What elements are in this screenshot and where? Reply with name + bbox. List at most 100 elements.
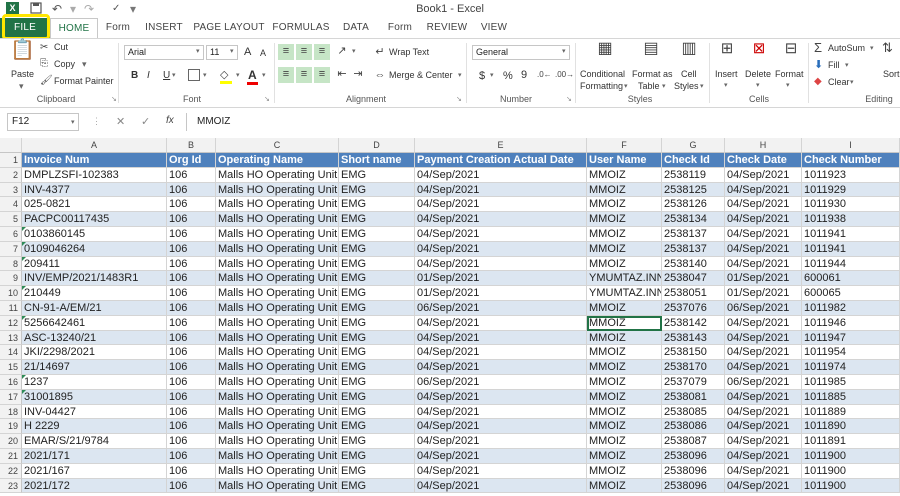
table-cell[interactable]: Malls HO Operating Unit xyxy=(216,478,339,494)
insert-dropdown-icon[interactable]: ▾ xyxy=(724,81,728,89)
table-cell[interactable]: 04/Sep/2021 xyxy=(415,449,587,464)
table-cell[interactable]: 025-0821 xyxy=(22,197,167,213)
table-cell[interactable]: 04/Sep/2021 xyxy=(725,330,802,346)
table-cell[interactable]: Malls HO Operating Unit xyxy=(216,404,339,420)
table-cell[interactable]: 04/Sep/2021 xyxy=(415,256,587,272)
worksheet-grid[interactable]: A B C D E F G H I 1 Invoice Num Org Id Operating Nam… xyxy=(0,138,900,496)
table-cell[interactable]: 06/Sep/2021 xyxy=(415,375,587,390)
table-cell[interactable]: 106 xyxy=(167,360,216,375)
table-cell[interactable]: 04/Sep/2021 xyxy=(725,478,802,494)
orientation-icon[interactable]: ↗ xyxy=(334,44,350,60)
cut-button[interactable]: Cut xyxy=(54,42,68,52)
row-header[interactable]: 14 xyxy=(0,345,22,361)
row-header[interactable]: 20 xyxy=(0,434,22,449)
column-header-f[interactable]: F xyxy=(587,138,662,153)
table-cell[interactable]: EMG xyxy=(339,478,415,494)
percent-button[interactable]: % xyxy=(503,70,513,82)
tab-page-layout[interactable]: PAGE LAYOUT xyxy=(192,18,266,38)
row-header[interactable]: 2 xyxy=(0,167,22,183)
column-header-d[interactable]: D xyxy=(339,138,415,153)
row-header[interactable]: 3 xyxy=(0,182,22,198)
table-cell[interactable]: 04/Sep/2021 xyxy=(725,419,802,435)
table-cell[interactable]: YMUMTAZ.INN xyxy=(587,271,662,287)
header-cell[interactable]: Check Date xyxy=(725,153,802,168)
conditional-formatting-button[interactable]: Conditional xyxy=(580,69,625,79)
table-cell[interactable]: 2538051 xyxy=(662,286,725,301)
table-cell[interactable]: 1011889 xyxy=(802,404,900,420)
table-cell[interactable]: 106 xyxy=(167,419,216,435)
name-box-dropdown-icon[interactable]: ▾ xyxy=(71,118,75,126)
table-cell[interactable]: EMG xyxy=(339,167,415,183)
underline-button[interactable]: U xyxy=(163,70,170,81)
table-cell[interactable]: 1237 xyxy=(22,375,167,390)
table-cell[interactable]: 1011941 xyxy=(802,241,900,257)
table-cell[interactable]: EMAR/S/21/9784 xyxy=(22,434,167,449)
column-header-a[interactable]: A xyxy=(22,138,167,153)
table-cell[interactable]: 2538134 xyxy=(662,212,725,227)
font-name-dropdown-icon[interactable]: ▾ xyxy=(196,47,200,55)
table-cell[interactable]: Malls HO Operating Unit xyxy=(216,197,339,213)
borders-icon[interactable] xyxy=(188,69,200,81)
table-cell[interactable]: 1011985 xyxy=(802,375,900,390)
alignment-launcher-icon[interactable]: ↘ xyxy=(456,95,462,103)
table-cell[interactable]: MMOIZ xyxy=(587,478,662,494)
table-cell[interactable]: MMOIZ xyxy=(587,404,662,420)
table-cell[interactable]: Malls HO Operating Unit xyxy=(216,271,339,287)
table-cell[interactable]: INV-4377 xyxy=(22,182,167,198)
clear-button[interactable]: Clear xyxy=(828,77,850,87)
table-cell[interactable]: 106 xyxy=(167,434,216,449)
row-header[interactable]: 19 xyxy=(0,419,22,435)
table-cell[interactable]: MMOIZ xyxy=(587,360,662,375)
table-cell[interactable]: EMG xyxy=(339,419,415,435)
select-all-corner[interactable] xyxy=(0,138,22,153)
merge-dropdown-icon[interactable]: ▾ xyxy=(458,71,462,79)
cell-styles-dropdown-icon[interactable]: ▾ xyxy=(700,82,704,90)
table-cell[interactable]: 1011944 xyxy=(802,256,900,272)
name-box[interactable]: F12 xyxy=(7,113,79,131)
table-cell[interactable]: 209411 xyxy=(22,256,167,272)
header-cell[interactable]: Invoice Num xyxy=(22,153,167,168)
table-cell[interactable]: 106 xyxy=(167,197,216,213)
table-cell[interactable]: 1011982 xyxy=(802,301,900,316)
table-cell[interactable]: 2538142 xyxy=(662,315,725,331)
header-cell[interactable]: Operating Name xyxy=(216,153,339,168)
table-cell[interactable]: 106 xyxy=(167,241,216,257)
table-cell[interactable]: Malls HO Operating Unit xyxy=(216,301,339,316)
table-cell[interactable]: MMOIZ xyxy=(587,241,662,257)
table-cell[interactable]: 106 xyxy=(167,212,216,227)
table-cell[interactable]: 106 xyxy=(167,463,216,479)
autosum-dropdown-icon[interactable]: ▾ xyxy=(870,44,874,52)
column-header-g[interactable]: G xyxy=(662,138,725,153)
table-cell[interactable]: DMPLZSFI-102383 xyxy=(22,167,167,183)
cell-styles-button[interactable]: Cell xyxy=(681,69,697,79)
clipboard-launcher-icon[interactable]: ↘ xyxy=(111,95,117,103)
table-cell[interactable]: PACPC00117435 xyxy=(22,212,167,227)
table-cell[interactable]: YMUMTAZ.INN xyxy=(587,286,662,301)
align-right-icon[interactable]: ≡ xyxy=(314,67,330,83)
row-header[interactable]: 10 xyxy=(0,286,22,301)
table-cell[interactable]: EMG xyxy=(339,227,415,242)
format-button[interactable]: Format xyxy=(775,69,804,79)
borders-dropdown-icon[interactable]: ▾ xyxy=(203,71,207,79)
table-cell[interactable]: 106 xyxy=(167,301,216,316)
table-cell[interactable]: 2538081 xyxy=(662,389,725,405)
increase-decimal-icon[interactable]: .0← xyxy=(537,68,552,82)
header-cell[interactable]: User Name xyxy=(587,153,662,168)
table-cell[interactable]: 1011941 xyxy=(802,227,900,242)
table-cell[interactable]: MMOIZ xyxy=(587,389,662,405)
table-cell[interactable]: EMG xyxy=(339,212,415,227)
table-cell[interactable]: 1011938 xyxy=(802,212,900,227)
table-cell[interactable]: 106 xyxy=(167,227,216,242)
table-cell[interactable]: 01/Sep/2021 xyxy=(725,271,802,287)
table-cell[interactable]: 06/Sep/2021 xyxy=(725,375,802,390)
table-cell[interactable]: Malls HO Operating Unit xyxy=(216,375,339,390)
delete-button[interactable]: Delete xyxy=(745,69,771,79)
table-cell[interactable]: 1011891 xyxy=(802,434,900,449)
table-cell[interactable]: 2538140 xyxy=(662,256,725,272)
row-header[interactable]: 7 xyxy=(0,241,22,257)
table-cell[interactable]: 1011930 xyxy=(802,197,900,213)
table-cell[interactable]: 01/Sep/2021 xyxy=(415,271,587,287)
tab-form[interactable]: Form xyxy=(100,18,136,38)
table-cell[interactable]: EMG xyxy=(339,286,415,301)
table-cell[interactable]: MMOIZ xyxy=(587,419,662,435)
